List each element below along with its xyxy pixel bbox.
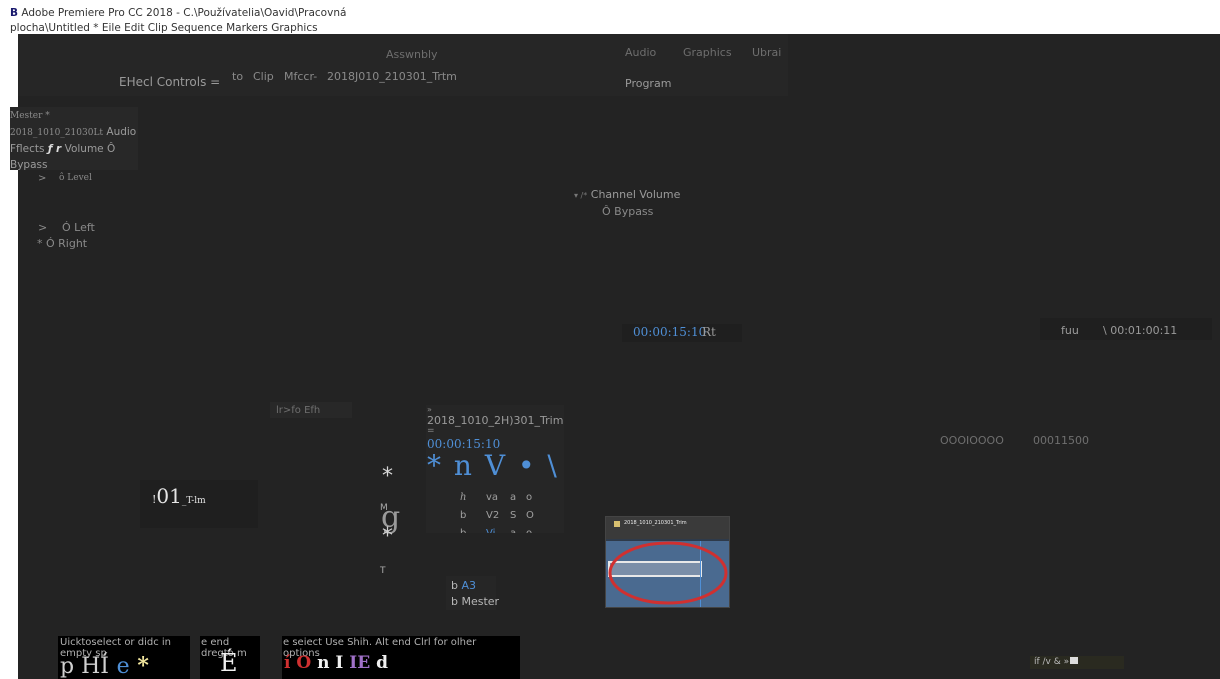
track-a3[interactable]: b A3	[451, 579, 476, 592]
hint-modifiers-line1: e seiect Use Shih. Alt end Clrl for olhe…	[283, 637, 477, 648]
track-row[interactable]: bViao	[460, 528, 564, 533]
track-label: V2	[486, 510, 500, 521]
level-param[interactable]: ô Level	[59, 173, 92, 183]
clip-name-tab[interactable]: 2018J010_210301_Trtm	[327, 70, 457, 83]
fx-icon[interactable]: ƒ r	[48, 143, 61, 155]
hint-select-blue: e	[116, 654, 130, 679]
hint-select: Uicktoselect or didc in empty sp p HÍ e …	[58, 636, 190, 679]
timecode-big: 01	[156, 484, 182, 508]
program-timecode[interactable]: 00:00:15:10	[633, 325, 706, 339]
channel-volume-label[interactable]: Channel Volume	[591, 188, 681, 201]
hint-drag-glyph: É	[220, 649, 238, 677]
track-a3-lock-icon[interactable]: b	[451, 579, 458, 592]
window-title: Adobe Premiere Pro CC 2018 - C.\Používat…	[21, 7, 347, 19]
counter-a: OOOIOOOO	[940, 434, 1004, 447]
tab-to[interactable]: to	[232, 70, 243, 83]
track-eye-icon[interactable]: O	[526, 510, 534, 521]
timeline-timecode[interactable]: !01_T-lm	[152, 484, 206, 508]
hint-modifiers-purple: IE	[349, 653, 371, 673]
fit-dropdown[interactable]: fuu	[1061, 324, 1079, 337]
rt-indicator: Rt	[702, 325, 716, 339]
effect-controls-panel: Mester * 2018_1010_21030Lt Audio Fflects…	[10, 107, 138, 173]
clip-audio-id: 2018_1010_21030Lt	[10, 128, 104, 138]
hint-drag: e end dregto m É	[200, 636, 260, 679]
status-square-icon	[1070, 657, 1079, 664]
program-monitor-label[interactable]: Program	[625, 77, 671, 90]
track-a3-label: A3	[461, 579, 477, 592]
effects-label: Fflects	[10, 143, 45, 155]
track-row[interactable]: b V2 S O	[460, 510, 564, 521]
tab-graphics[interactable]: Graphics	[683, 46, 732, 59]
right-param[interactable]: * Ó Right	[37, 237, 87, 250]
track-sync-icon[interactable]: a	[510, 528, 526, 533]
effect-controls-tab[interactable]: EHecl Controls =	[119, 75, 220, 89]
tab-libraries[interactable]: Ubrai	[752, 46, 781, 59]
clip-audio-label: Audio	[106, 126, 137, 138]
left-param[interactable]: Ó Left	[62, 221, 95, 234]
hint-select-star-icon: *	[137, 653, 149, 679]
master-label: Mester *	[10, 111, 50, 121]
hint-modifiers: e seiect Use Shih. Alt end Clrl for olhe…	[282, 636, 520, 679]
thumb-icon	[614, 521, 620, 527]
hint-modifiers-white: n I	[317, 653, 344, 673]
hint-modifiers-end: d	[376, 653, 388, 673]
hint-drag-line1: e end	[201, 637, 230, 648]
program-duration: \ 00:01:00:11	[1103, 324, 1178, 337]
volume-effect[interactable]: Volume Ô	[65, 143, 116, 155]
thumb-highlight-ellipse	[608, 541, 728, 605]
tool-type-icon[interactable]: T	[380, 566, 386, 576]
status-text: íf /v & »	[1034, 657, 1079, 667]
sequence-menu-icon[interactable]: »	[427, 405, 432, 414]
hint-select-glyphs: p HÍ	[60, 654, 109, 679]
channel-volume-toggle-icon[interactable]: ▾ /*	[574, 191, 587, 200]
tool-star-icon[interactable]: *	[382, 464, 393, 489]
tool-star2-icon[interactable]: *	[382, 524, 393, 549]
track-eye-icon[interactable]: o	[526, 528, 532, 533]
sequence-menu-eq[interactable]: =	[427, 426, 435, 436]
track-row[interactable]: h va a o	[460, 492, 564, 503]
track-master[interactable]: b Mester	[451, 595, 499, 608]
track-sync-icon[interactable]: a	[510, 492, 526, 503]
hint-select-line1: Uicktoselect or didc in	[60, 637, 171, 648]
counter-b: 00011500	[1033, 434, 1089, 447]
status-label: íf /v & »	[1034, 657, 1070, 667]
timecode-suffix: _T-lm	[181, 496, 206, 506]
info-effects-tab[interactable]: lr>fo Efh	[276, 405, 320, 416]
track-label: va	[486, 492, 499, 503]
expand-level-icon[interactable]: >	[38, 173, 46, 184]
channel-bypass-label[interactable]: Ô Bypass	[602, 205, 653, 218]
track-label: Vi	[486, 528, 510, 533]
track-lock-icon[interactable]: b	[460, 510, 486, 521]
tab-audio[interactable]: Audio	[625, 46, 656, 59]
tab-audio-mixer[interactable]: Mfccr-	[284, 70, 317, 83]
bypass-label[interactable]: Bypass	[10, 157, 138, 173]
track-eye-icon[interactable]: o	[526, 492, 532, 503]
tab-clip[interactable]: Clip	[253, 70, 274, 83]
hint-modifiers-red: í O	[284, 653, 312, 673]
track-lock-icon[interactable]: b	[460, 528, 486, 533]
track-headers: hvaao bV2SO bViao	[426, 490, 564, 533]
sequence-tab[interactable]: 2018_1010_2H)301_Trim	[427, 414, 563, 427]
expand-left-icon[interactable]: >	[38, 221, 47, 234]
thumb-caption: 2018_1010_210301_Trim	[624, 520, 687, 526]
track-lock-icon[interactable]: h	[460, 492, 486, 503]
tab-assembly[interactable]: Asswnbly	[386, 48, 438, 61]
timeline-clip-thumbnail[interactable]: 2018_1010_210301_Trim	[605, 516, 730, 608]
timeline-tool-icons[interactable]: * n V • \	[427, 449, 559, 482]
track-sync-icon[interactable]: S	[510, 510, 526, 521]
app-logo-icon: B	[10, 7, 19, 19]
